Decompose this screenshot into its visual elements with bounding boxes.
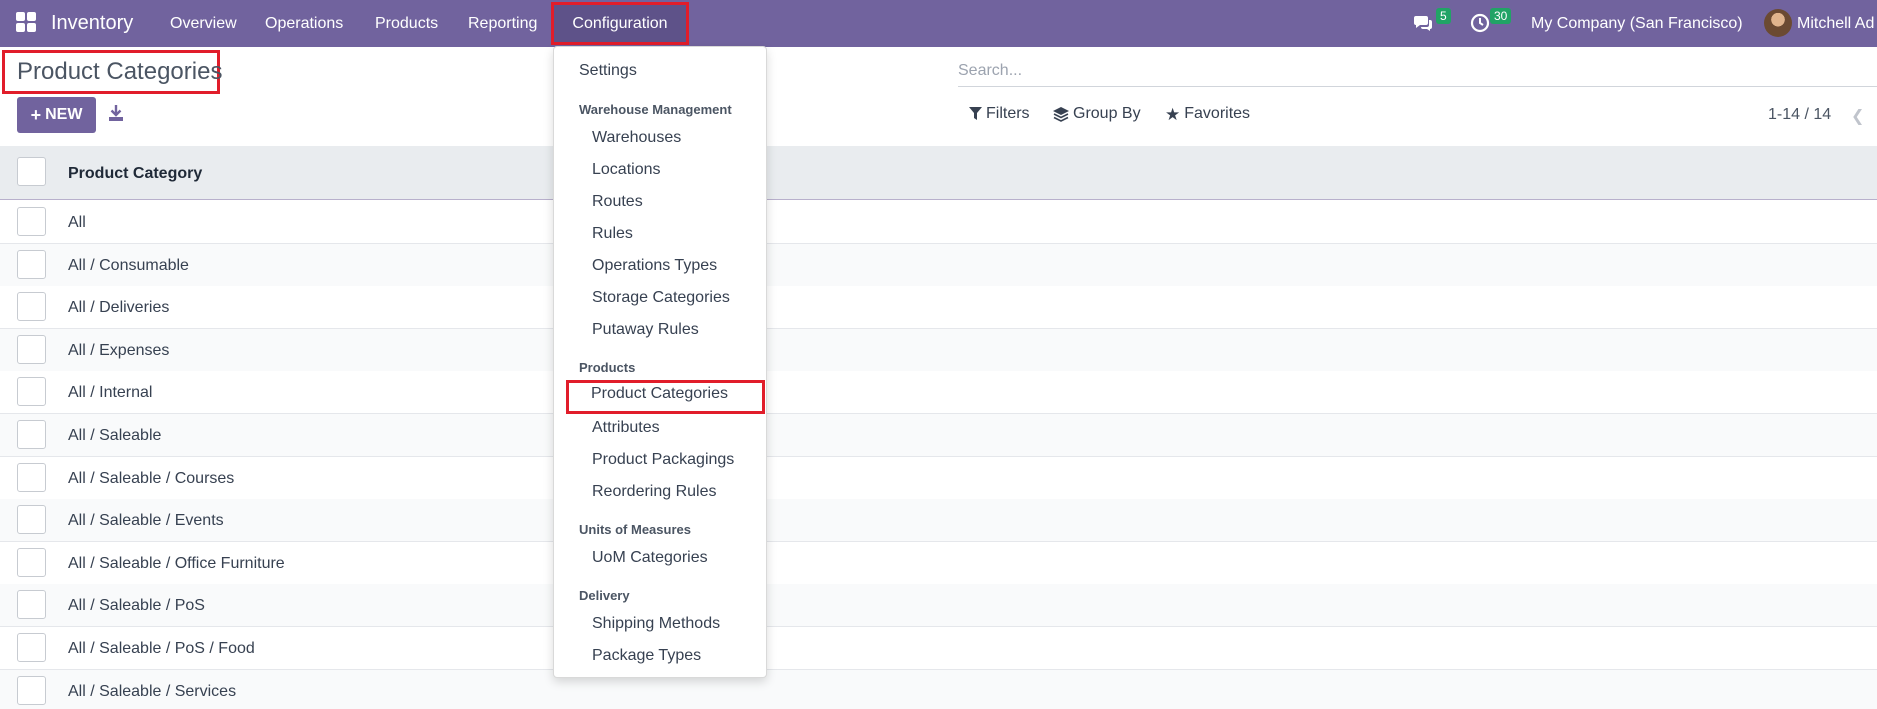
row-checkbox[interactable] (17, 676, 46, 705)
menu-products[interactable]: Products (375, 15, 438, 33)
row-checkbox[interactable] (17, 590, 46, 619)
row-checkbox[interactable] (17, 292, 46, 321)
row-product-category[interactable]: All / Internal (68, 384, 152, 402)
section-warehouse-management: Warehouse Management (579, 102, 732, 117)
row-product-category[interactable]: All (68, 214, 86, 232)
filter-icon (969, 107, 982, 120)
row-product-category[interactable]: All / Consumable (68, 257, 189, 275)
section-units-of-measures: Units of Measures (579, 522, 691, 537)
menu-operations[interactable]: Operations (265, 15, 343, 33)
row-product-category[interactable]: All / Saleable / PoS (68, 597, 205, 615)
row-checkbox[interactable] (17, 463, 46, 492)
section-products: Products (579, 360, 636, 375)
menu-item-routes[interactable]: Routes (592, 193, 643, 211)
favorites-label: Favorites (1184, 105, 1251, 122)
table-row[interactable]: All / Saleable / Services (0, 670, 1877, 709)
select-all-checkbox[interactable] (17, 157, 46, 186)
row-checkbox[interactable] (17, 250, 46, 279)
apps-grid-icon[interactable] (16, 12, 36, 32)
list-header: Product Category (0, 146, 1877, 200)
top-navbar: Inventory Overview Operations Products R… (0, 0, 1877, 47)
table-row[interactable]: All / Expenses (0, 329, 1877, 372)
row-product-category[interactable]: All / Deliveries (68, 299, 169, 317)
menu-item-product-categories[interactable]: Product Categories (566, 380, 765, 414)
table-row[interactable]: All / Deliveries (0, 286, 1877, 329)
row-checkbox[interactable] (17, 420, 46, 449)
clock-icon[interactable] (1470, 13, 1490, 33)
menu-item-storage-categories[interactable]: Storage Categories (592, 289, 730, 307)
user-menu[interactable]: Mitchell Ad (1797, 15, 1874, 33)
new-button[interactable]: + NEW (17, 97, 96, 133)
menu-overview[interactable]: Overview (170, 15, 237, 33)
menu-item-package-types[interactable]: Package Types (592, 647, 701, 665)
table-row[interactable]: All / Saleable / Courses (0, 457, 1877, 500)
menu-item-operations-types[interactable]: Operations Types (592, 257, 717, 275)
favorites-button[interactable]: ★ Favorites (1165, 105, 1250, 123)
table-row[interactable]: All / Saleable / Events (0, 499, 1877, 542)
row-checkbox[interactable] (17, 377, 46, 406)
menu-item-reordering-rules[interactable]: Reordering Rules (592, 483, 717, 501)
row-product-category[interactable]: All / Saleable / Services (68, 683, 236, 701)
row-checkbox[interactable] (17, 548, 46, 577)
row-product-category[interactable]: All / Saleable / Events (68, 512, 224, 530)
menu-item-uom-categories[interactable]: UoM Categories (592, 549, 708, 567)
menu-item-shipping-methods[interactable]: Shipping Methods (592, 615, 720, 633)
table-row[interactable]: All (0, 201, 1877, 244)
download-icon[interactable] (108, 104, 124, 122)
table-row[interactable]: All / Saleable / PoS / Food (0, 627, 1877, 670)
menu-configuration[interactable]: Configuration (551, 2, 689, 45)
column-header-product-category[interactable]: Product Category (68, 165, 202, 183)
table-row[interactable]: All / Saleable / PoS (0, 584, 1877, 627)
table-row[interactable]: All / Saleable (0, 414, 1877, 457)
menu-item-warehouses[interactable]: Warehouses (592, 129, 681, 147)
menu-item-putaway-rules[interactable]: Putaway Rules (592, 321, 699, 339)
activities-badge: 30 (1490, 8, 1512, 24)
table-row[interactable]: All / Internal (0, 371, 1877, 414)
filters-button[interactable]: Filters (969, 105, 1030, 123)
table-row[interactable]: All / Consumable (0, 244, 1877, 287)
search-bar (958, 58, 1877, 87)
menu-item-product-packagings[interactable]: Product Packagings (592, 451, 734, 469)
app-brand[interactable]: Inventory (51, 12, 133, 35)
chevron-left-icon[interactable]: ❮ (1851, 106, 1864, 126)
search-input[interactable] (958, 58, 1877, 84)
layers-icon (1053, 106, 1069, 122)
row-product-category[interactable]: All / Saleable (68, 427, 161, 445)
row-product-category[interactable]: All / Expenses (68, 342, 169, 360)
row-product-category[interactable]: All / Saleable / PoS / Food (68, 640, 255, 658)
row-checkbox[interactable] (17, 207, 46, 236)
company-switcher[interactable]: My Company (San Francisco) (1531, 15, 1743, 33)
row-checkbox[interactable] (17, 505, 46, 534)
menu-item-attributes[interactable]: Attributes (592, 419, 660, 437)
page-title: Product Categories (2, 50, 222, 94)
menu-reporting[interactable]: Reporting (468, 15, 537, 33)
menu-item-locations[interactable]: Locations (592, 161, 661, 179)
new-button-label: NEW (45, 106, 83, 123)
group-by-button[interactable]: Group By (1053, 105, 1141, 123)
group-by-label: Group By (1073, 105, 1141, 122)
table-row[interactable]: All / Saleable / Office Furniture (0, 542, 1877, 585)
menu-item-settings[interactable]: Settings (579, 62, 637, 80)
configuration-dropdown: Settings Warehouse Management Warehouses… (553, 46, 767, 678)
filters-label: Filters (986, 105, 1030, 122)
menu-item-rules[interactable]: Rules (592, 225, 633, 243)
row-product-category[interactable]: All / Saleable / Courses (68, 470, 234, 488)
star-icon: ★ (1165, 104, 1181, 124)
section-delivery: Delivery (579, 588, 630, 603)
row-product-category[interactable]: All / Saleable / Office Furniture (68, 555, 285, 573)
row-checkbox[interactable] (17, 335, 46, 364)
messages-icon[interactable] (1413, 13, 1433, 33)
row-checkbox[interactable] (17, 633, 46, 662)
plus-icon: + (30, 105, 42, 125)
messages-badge: 5 (1436, 8, 1451, 24)
pager-value[interactable]: 1-14 / 14 (1768, 106, 1831, 124)
avatar[interactable] (1764, 9, 1792, 37)
